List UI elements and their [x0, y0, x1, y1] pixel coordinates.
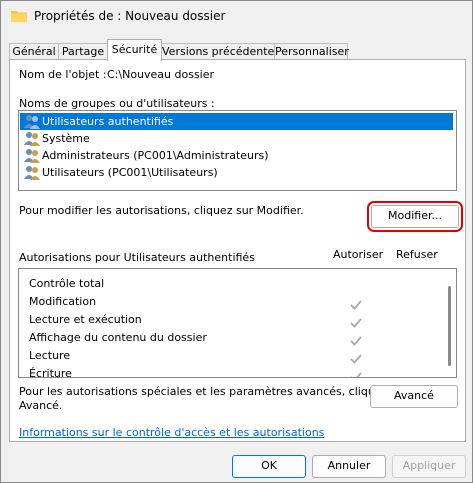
advanced-button[interactable]: Avancé — [370, 385, 458, 408]
allow-check-icon — [350, 318, 362, 328]
users-icon — [24, 115, 40, 129]
permission-label: Contrôle total — [29, 277, 105, 290]
allow-check-icon — [350, 354, 362, 364]
advanced-hint-line1: Pour les autorisations spéciales et les … — [19, 385, 409, 398]
permission-row: Contrôle total — [29, 277, 104, 295]
cancel-button[interactable]: Annuler — [312, 455, 386, 478]
title-bar: Propriétés de : Nouveau dossier — [1, 1, 472, 33]
list-item-label: Utilisateurs (PC001\Utilisateurs) — [42, 166, 218, 179]
access-control-info-link[interactable]: Informations sur le contrôle d'accès et … — [19, 426, 324, 439]
permission-row: Écriture — [29, 367, 72, 378]
list-item[interactable]: Administrateurs (PC001\Administrateurs) — [20, 147, 453, 164]
permissions-list[interactable]: Contrôle total Modification Lecture et e… — [18, 268, 457, 378]
list-item[interactable]: Utilisateurs (PC001\Utilisateurs) — [20, 164, 453, 181]
permission-label: Modification — [29, 295, 97, 308]
list-item-label: Utilisateurs authentifiés — [42, 115, 174, 128]
allow-check-icon — [350, 336, 362, 346]
properties-dialog: Propriétés de : Nouveau dossier Général … — [0, 0, 473, 483]
permissions-label: Autorisations pour Utilisateurs authenti… — [19, 251, 255, 264]
permission-row: Lecture et exécution — [29, 313, 142, 331]
object-name-value: C:\Nouveau dossier — [107, 68, 215, 81]
deny-column-header: Refuser — [396, 248, 438, 261]
users-icon — [24, 132, 40, 146]
permission-label: Affichage du contenu du dossier — [29, 331, 207, 344]
permission-row: Modification — [29, 295, 96, 313]
modify-button[interactable]: Modifier... — [367, 201, 463, 232]
folder-icon — [11, 11, 27, 22]
groups-label: Noms de groupes ou d'utilisateurs : — [19, 97, 215, 110]
permission-row: Lecture — [29, 349, 70, 367]
list-item-label: Système — [42, 132, 90, 145]
permission-row: Affichage du contenu du dossier — [29, 331, 207, 349]
permissions-scrollbar[interactable] — [448, 286, 451, 366]
modify-hint: Pour modifier les autorisations, cliquez… — [19, 204, 304, 217]
permission-label: Écriture — [29, 367, 72, 378]
permission-label: Lecture — [29, 349, 71, 362]
list-item-label: Administrateurs (PC001\Administrateurs) — [42, 149, 269, 162]
users-icon — [24, 149, 40, 163]
list-item[interactable]: Utilisateurs authentifiés — [20, 113, 453, 130]
tab-security[interactable]: Sécurité — [107, 39, 162, 61]
list-item[interactable]: Système — [20, 130, 453, 147]
ok-button[interactable]: OK — [232, 455, 306, 478]
advanced-hint-line2: Avancé. — [19, 399, 63, 412]
permission-label: Lecture et exécution — [29, 313, 142, 326]
groups-listbox[interactable]: Utilisateurs authentifiés Système Admini… — [18, 110, 457, 191]
window-title: Propriétés de : Nouveau dossier — [34, 9, 226, 23]
allow-column-header: Autoriser — [333, 248, 384, 261]
allow-check-icon — [351, 372, 362, 377]
object-name-label: Nom de l'objet : — [19, 68, 107, 81]
apply-button[interactable]: Appliquer — [392, 455, 466, 478]
users-icon — [24, 166, 40, 180]
allow-check-icon — [350, 300, 362, 310]
